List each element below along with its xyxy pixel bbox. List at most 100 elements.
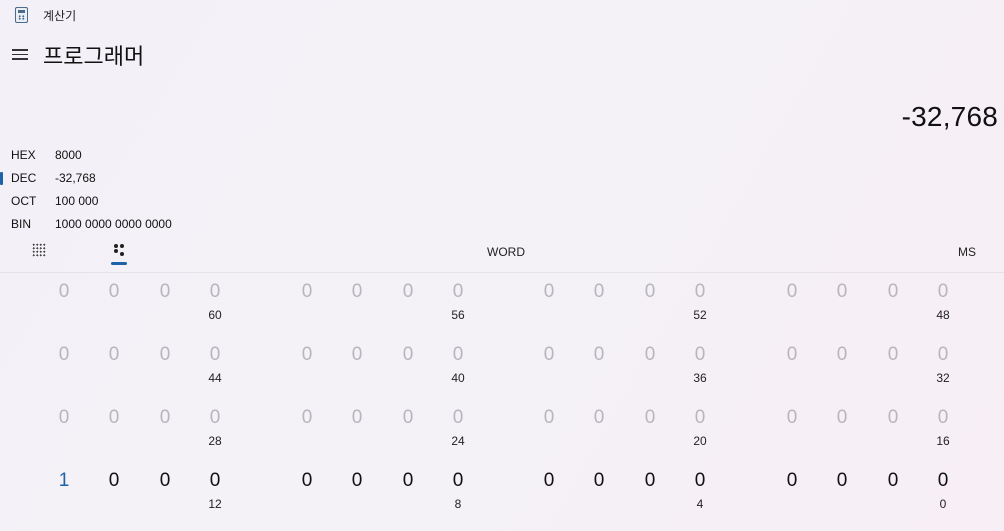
bit-toggle[interactable]: 0	[292, 470, 322, 492]
bit-position-label: 60	[208, 308, 222, 322]
bit-toggle[interactable]: 0	[584, 470, 614, 492]
bit-toggle: 0	[836, 281, 848, 302]
bit-toggle: 0	[209, 344, 221, 365]
bit-position-label: 40	[451, 371, 465, 385]
bit-toggle: 0	[58, 281, 70, 302]
radix-value: 100 000	[55, 194, 99, 208]
selected-tab-indicator	[111, 262, 127, 265]
bit-toggle: 0	[402, 281, 414, 302]
bit-position-label: 24	[451, 434, 465, 448]
bit-toggle: 0	[351, 407, 363, 428]
bit-toggle: 0	[543, 281, 555, 302]
bit-toggle[interactable]: 0	[534, 470, 564, 492]
bit-toggle: 0	[58, 407, 70, 428]
bit-toggle[interactable]: 0	[928, 470, 958, 492]
bit-position-label: 12	[208, 497, 222, 511]
bit-toggle: 0	[301, 344, 313, 365]
bit-toggle: 0	[402, 407, 414, 428]
hamburger-icon	[12, 49, 28, 51]
bit-toggle[interactable]: 0	[200, 470, 230, 492]
bit-toggle: 0	[543, 344, 555, 365]
radix-bin[interactable]: BIN 1000 0000 0000 0000	[0, 215, 300, 235]
radix-label: DEC	[11, 171, 37, 185]
radix-oct[interactable]: OCT 100 000	[0, 192, 300, 212]
radix-label: BIN	[11, 217, 32, 231]
bit-toggle: 0	[209, 407, 221, 428]
radix-value: 1000 0000 0000 0000	[55, 217, 172, 231]
word-size-button[interactable]: WORD	[487, 245, 525, 259]
bit-toggle: 0	[452, 344, 464, 365]
bit-toggle: 0	[108, 281, 120, 302]
bit-toggle[interactable]: 1	[49, 470, 79, 492]
bit-toggle[interactable]: 0	[342, 470, 372, 492]
bit-toggle-keypad-icon[interactable]	[113, 243, 125, 257]
radix-value: -32,768	[55, 171, 96, 185]
radix-label: HEX	[11, 148, 36, 162]
bit-toggle[interactable]: 0	[393, 470, 423, 492]
display-value: -32,768	[901, 101, 998, 132]
bit-toggle: 0	[108, 407, 120, 428]
bit-toggle: 0	[159, 407, 171, 428]
bit-toggle: 0	[887, 407, 899, 428]
bit-toggle[interactable]: 0	[878, 470, 908, 492]
bit-toggle: 0	[593, 281, 605, 302]
bit-toggle[interactable]: 0	[635, 470, 665, 492]
mode-title: 프로그래머	[43, 44, 145, 69]
bit-toggle: 0	[543, 407, 555, 428]
bit-position-label: 32	[936, 371, 950, 385]
bit-toggle: 0	[402, 344, 414, 365]
bit-toggle: 0	[644, 281, 656, 302]
menu-button[interactable]	[12, 47, 28, 61]
bit-position-label: 4	[696, 497, 704, 511]
bit-toggle: 0	[452, 281, 464, 302]
bit-position-label: 20	[693, 434, 707, 448]
bit-position-label: 8	[454, 497, 462, 511]
bit-toggle: 0	[786, 407, 798, 428]
bit-toggle: 0	[694, 281, 706, 302]
radix-dec[interactable]: DEC -32,768	[0, 169, 300, 189]
bit-position-label: 48	[936, 308, 950, 322]
bit-toggle: 0	[452, 407, 464, 428]
title-bar: 계산기	[0, 0, 1004, 30]
memory-store-button[interactable]: MS	[958, 245, 976, 259]
radix-label: OCT	[11, 194, 37, 208]
bit-toggle: 0	[887, 344, 899, 365]
bit-toggle: 0	[593, 407, 605, 428]
full-keypad-icon[interactable]	[32, 243, 46, 257]
radix-hex[interactable]: HEX 8000	[0, 146, 300, 166]
window-title: 계산기	[43, 9, 77, 23]
bit-toggle[interactable]: 0	[99, 470, 129, 492]
radix-value: 8000	[55, 148, 82, 162]
bit-toggle: 0	[694, 344, 706, 365]
bit-toggle: 0	[786, 344, 798, 365]
bit-toggle: 0	[644, 407, 656, 428]
calculator-icon	[15, 7, 28, 23]
bit-toggle: 0	[58, 344, 70, 365]
bit-toggle: 0	[593, 344, 605, 365]
bit-toggle: 0	[159, 281, 171, 302]
bit-toggle: 0	[836, 407, 848, 428]
bit-toggle[interactable]: 0	[150, 470, 180, 492]
bit-position-label: 0	[939, 497, 947, 511]
bit-toggle: 0	[209, 281, 221, 302]
bit-toggle: 0	[937, 281, 949, 302]
bit-toggle[interactable]: 0	[685, 470, 715, 492]
bit-toggle: 0	[159, 344, 171, 365]
bit-toggle[interactable]: 0	[777, 470, 807, 492]
bit-position-label: 28	[208, 434, 222, 448]
bit-toggle: 0	[836, 344, 848, 365]
bit-toggle: 0	[786, 281, 798, 302]
bit-toggle: 0	[937, 344, 949, 365]
bit-toggle: 0	[301, 407, 313, 428]
bit-position-label: 16	[936, 434, 950, 448]
bit-toggle[interactable]: 0	[827, 470, 857, 492]
bit-toggle: 0	[108, 344, 120, 365]
bit-toggle[interactable]: 0	[443, 470, 473, 492]
bit-toggle: 0	[887, 281, 899, 302]
bit-toggle: 0	[351, 281, 363, 302]
bit-toggle: 0	[301, 281, 313, 302]
bit-toggle: 0	[937, 407, 949, 428]
bit-toggle: 0	[694, 407, 706, 428]
bit-position-label: 44	[208, 371, 222, 385]
bit-toggle: 0	[351, 344, 363, 365]
